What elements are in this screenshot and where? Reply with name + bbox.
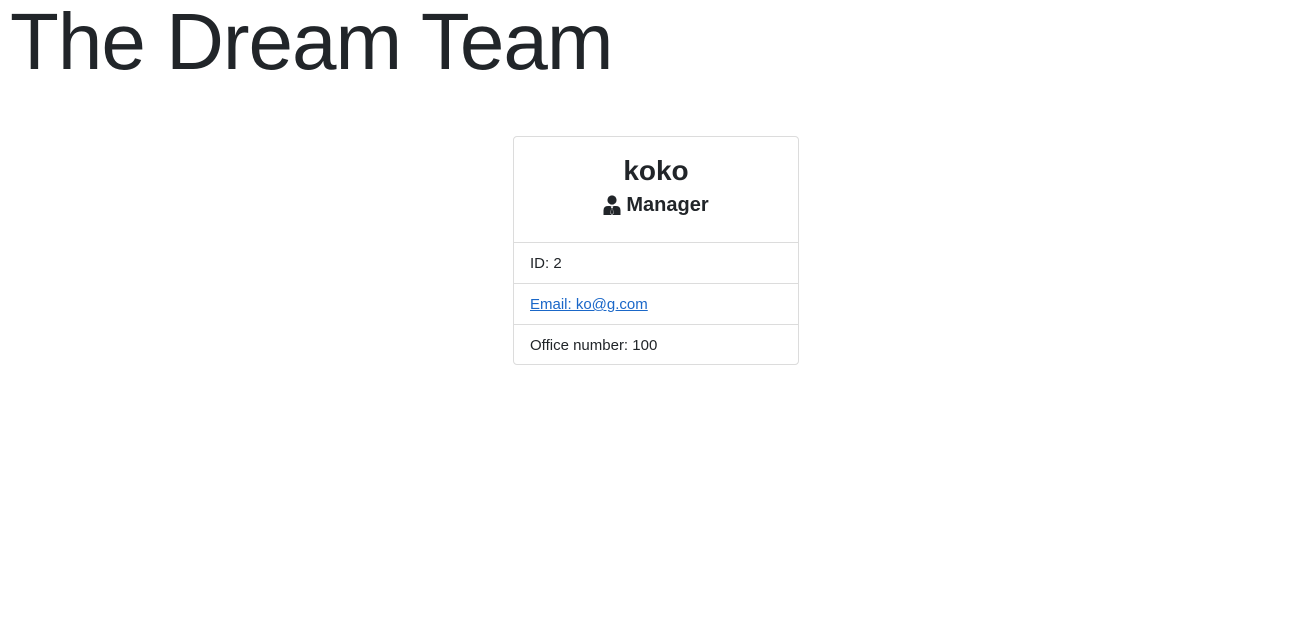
user-tie-icon <box>603 195 621 215</box>
employee-role-label: Manager <box>626 194 709 216</box>
card-header: koko Manager <box>514 137 798 243</box>
employee-email-link[interactable]: Email: ko@g.com <box>530 296 648 313</box>
employee-id: ID: 2 <box>514 243 798 284</box>
employee-role: Manager <box>514 192 798 218</box>
employee-email-row: Email: ko@g.com <box>514 284 798 325</box>
employee-name: koko <box>623 155 689 186</box>
employee-card: koko Manager ID: 2 Email: ko@g.com Offic… <box>513 136 799 365</box>
employee-office-number: Office number: 100 <box>530 337 658 354</box>
page-title: The Dream Team <box>10 0 614 86</box>
